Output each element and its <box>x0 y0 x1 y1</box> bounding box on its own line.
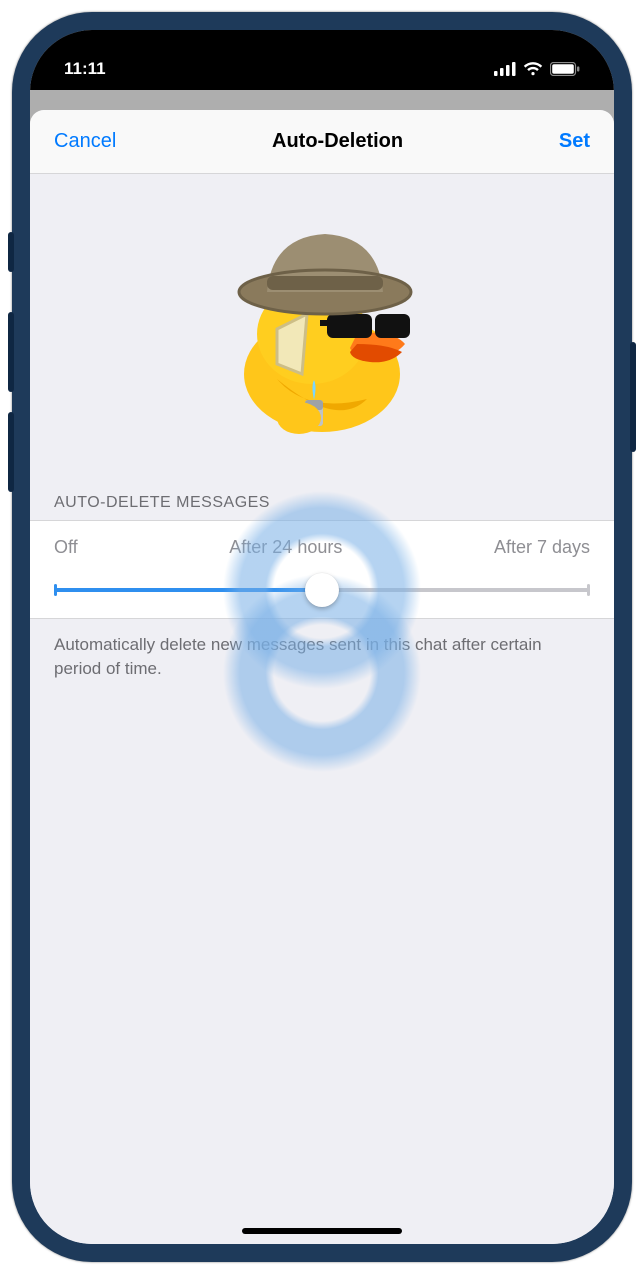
slider-card: Off After 24 hours After 7 days <box>30 520 614 619</box>
screen: 11:11 Cancel Auto-Deletion Set <box>30 30 614 1244</box>
slider-option-24h[interactable]: After 24 hours <box>78 537 494 558</box>
slider-thumb[interactable] <box>305 573 339 607</box>
slider-fill <box>54 588 322 592</box>
set-button[interactable]: Set <box>559 130 590 153</box>
phone-side-button <box>8 232 14 272</box>
hero-illustration <box>30 174 614 484</box>
phone-frame: 11:11 Cancel Auto-Deletion Set <box>12 12 632 1262</box>
phone-volume-up <box>8 312 14 392</box>
cellular-signal-icon <box>494 62 516 76</box>
wifi-icon <box>523 62 543 76</box>
home-indicator[interactable] <box>242 1228 402 1234</box>
slider[interactable] <box>54 588 590 592</box>
phone-power-button <box>630 342 636 452</box>
phone-volume-down <box>8 412 14 492</box>
slider-labels: Off After 24 hours After 7 days <box>54 537 590 558</box>
status-icons <box>494 62 580 76</box>
cancel-button[interactable]: Cancel <box>54 130 116 153</box>
slider-option-7d[interactable]: After 7 days <box>494 537 590 558</box>
modal-sheet: Cancel Auto-Deletion Set <box>30 110 614 1244</box>
battery-icon <box>550 62 580 76</box>
detective-duck-sticker <box>207 214 437 444</box>
page-title: Auto-Deletion <box>272 130 403 153</box>
notch <box>202 30 442 64</box>
section-header: AUTO-DELETE MESSAGES <box>30 484 614 520</box>
slider-track[interactable] <box>54 588 590 592</box>
slider-option-off[interactable]: Off <box>54 537 78 558</box>
footer-description: Automatically delete new messages sent i… <box>54 635 542 678</box>
nav-bar: Cancel Auto-Deletion Set <box>30 110 614 174</box>
status-time: 11:11 <box>64 59 106 79</box>
